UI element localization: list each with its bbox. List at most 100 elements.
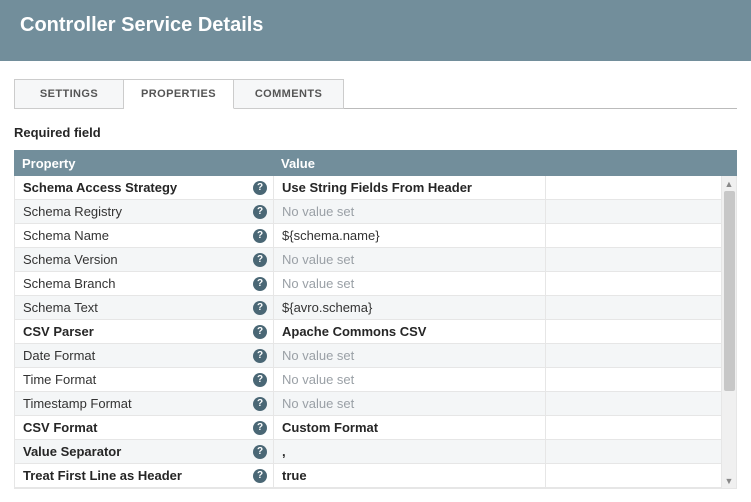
- table-row[interactable]: Schema Version? No value set: [15, 248, 736, 272]
- property-name-cell: Schema Registry?: [15, 200, 274, 223]
- property-value: Custom Format: [282, 420, 378, 435]
- required-field-label: Required field: [0, 109, 751, 150]
- property-name: Schema Registry: [23, 204, 122, 219]
- property-name: Schema Text: [23, 300, 98, 315]
- property-value-cell[interactable]: ${avro.schema}: [274, 296, 546, 319]
- property-name: Schema Access Strategy: [23, 180, 177, 195]
- scroll-up-button[interactable]: ▲: [722, 176, 736, 191]
- help-icon[interactable]: ?: [253, 325, 267, 339]
- help-icon[interactable]: ?: [253, 181, 267, 195]
- tabs: SETTINGS PROPERTIES COMMENTS: [14, 79, 737, 109]
- property-extra-cell: [546, 248, 736, 271]
- property-extra-cell: [546, 296, 736, 319]
- column-header-value: Value: [273, 156, 737, 171]
- help-icon[interactable]: ?: [253, 373, 267, 387]
- property-name: Schema Branch: [23, 276, 116, 291]
- scrollbar-vertical[interactable]: ▲ ▼: [721, 176, 736, 488]
- property-value-cell[interactable]: true: [274, 464, 546, 487]
- property-extra-cell: [546, 368, 736, 391]
- properties-table: Property Value Schema Access Strategy? Us…: [14, 150, 737, 489]
- property-extra-cell: [546, 464, 736, 487]
- table-row[interactable]: Timestamp Format?No value set: [15, 392, 736, 416]
- table-row[interactable]: Date Format?No value set: [15, 344, 736, 368]
- property-extra-cell: [546, 392, 736, 415]
- property-name-cell: Treat First Line as Header?: [15, 464, 274, 487]
- help-icon[interactable]: ?: [253, 253, 267, 267]
- property-name-cell: Value Separator?: [15, 440, 274, 463]
- property-name-cell: Date Format?: [15, 344, 274, 367]
- dialog-header: Controller Service Details: [0, 0, 751, 61]
- table-row[interactable]: Schema Branch?No value set: [15, 272, 736, 296]
- table-row[interactable]: Treat First Line as Header?true: [15, 464, 736, 488]
- property-extra-cell: [546, 344, 736, 367]
- property-value-cell[interactable]: Custom Format: [274, 416, 546, 439]
- property-value: No value set: [282, 252, 354, 267]
- table-row[interactable]: Schema Access Strategy? Use String Fields…: [15, 176, 736, 200]
- table-row[interactable]: Schema Name? ${schema.name}: [15, 224, 736, 248]
- property-extra-cell: [546, 416, 736, 439]
- property-name-cell: Timestamp Format?: [15, 392, 274, 415]
- help-icon[interactable]: ?: [253, 301, 267, 315]
- property-extra-cell: [546, 272, 736, 295]
- property-name: CSV Format: [23, 420, 97, 435]
- property-extra-cell: [546, 440, 736, 463]
- property-name-cell: Schema Name?: [15, 224, 274, 247]
- table-row[interactable]: Value Separator?,: [15, 440, 736, 464]
- property-name: Timestamp Format: [23, 396, 132, 411]
- property-extra-cell: [546, 200, 736, 223]
- tab-settings[interactable]: SETTINGS: [14, 79, 124, 109]
- property-value-cell[interactable]: Use String Fields From Header: [274, 176, 546, 199]
- property-value-cell[interactable]: ${schema.name}: [274, 224, 546, 247]
- table-row[interactable]: CSV Format? Custom Format: [15, 416, 736, 440]
- dialog-title: Controller Service Details: [20, 14, 731, 37]
- property-value-cell[interactable]: ,: [274, 440, 546, 463]
- property-extra-cell: [546, 176, 736, 199]
- column-header-property: Property: [14, 156, 273, 171]
- tab-properties[interactable]: PROPERTIES: [124, 79, 234, 109]
- help-icon[interactable]: ?: [253, 445, 267, 459]
- table-rows: Schema Access Strategy? Use String Fields…: [15, 176, 736, 488]
- property-name: Value Separator: [23, 444, 121, 459]
- property-value: ,: [282, 444, 286, 459]
- help-icon[interactable]: ?: [253, 277, 267, 291]
- property-name-cell: Schema Branch?: [15, 272, 274, 295]
- property-name: Time Format: [23, 372, 96, 387]
- table-row[interactable]: Schema Registry?No value set: [15, 200, 736, 224]
- table-scroll-area: Schema Access Strategy? Use String Fields…: [14, 176, 737, 488]
- property-value-cell[interactable]: No value set: [274, 392, 546, 415]
- property-name: Schema Version: [23, 252, 118, 267]
- property-value-cell[interactable]: No value set: [274, 248, 546, 271]
- tab-comments[interactable]: COMMENTS: [234, 79, 344, 109]
- property-name-cell: CSV Format?: [15, 416, 274, 439]
- property-value: Apache Commons CSV: [282, 324, 426, 339]
- property-name: CSV Parser: [23, 324, 94, 339]
- table-header: Property Value: [14, 150, 737, 176]
- table-row[interactable]: Time Format? No value set: [15, 368, 736, 392]
- property-value-cell[interactable]: No value set: [274, 200, 546, 223]
- tabs-container: SETTINGS PROPERTIES COMMENTS: [0, 61, 751, 109]
- scroll-down-button[interactable]: ▼: [722, 473, 736, 488]
- property-value-cell[interactable]: No value set: [274, 344, 546, 367]
- help-icon[interactable]: ?: [253, 421, 267, 435]
- property-extra-cell: [546, 320, 736, 343]
- help-icon[interactable]: ?: [253, 349, 267, 363]
- property-value-cell[interactable]: No value set: [274, 272, 546, 295]
- property-value: Use String Fields From Header: [282, 180, 472, 195]
- property-name-cell: Schema Version?: [15, 248, 274, 271]
- help-icon[interactable]: ?: [253, 397, 267, 411]
- property-value: No value set: [282, 372, 354, 387]
- property-name-cell: Schema Text?: [15, 296, 274, 319]
- property-value: ${avro.schema}: [282, 300, 372, 315]
- property-extra-cell: [546, 224, 736, 247]
- help-icon[interactable]: ?: [253, 205, 267, 219]
- property-name: Schema Name: [23, 228, 109, 243]
- property-value-cell[interactable]: Apache Commons CSV: [274, 320, 546, 343]
- property-name-cell: Time Format?: [15, 368, 274, 391]
- property-value-cell[interactable]: No value set: [274, 368, 546, 391]
- table-row[interactable]: CSV Parser? Apache Commons CSV: [15, 320, 736, 344]
- property-value: ${schema.name}: [282, 228, 380, 243]
- help-icon[interactable]: ?: [253, 469, 267, 483]
- scroll-thumb[interactable]: [724, 191, 735, 391]
- table-row[interactable]: Schema Text? ${avro.schema}: [15, 296, 736, 320]
- help-icon[interactable]: ?: [253, 229, 267, 243]
